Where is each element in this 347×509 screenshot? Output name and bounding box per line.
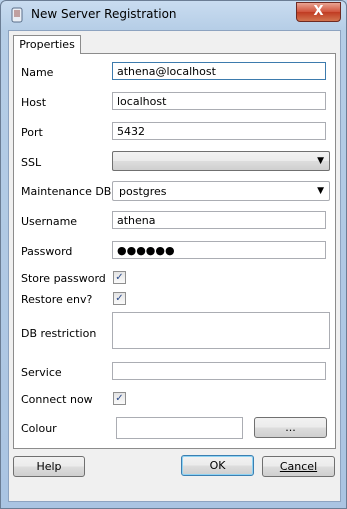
colour-picker-button[interactable]: ... (254, 417, 327, 438)
connect-now-label: Connect now (21, 393, 93, 406)
chevron-down-icon: ▼ (317, 186, 324, 196)
elephant-app-icon (11, 7, 23, 23)
service-label: Service (21, 366, 62, 379)
db-restriction-field[interactable] (112, 312, 330, 349)
chevron-down-icon: ▼ (317, 156, 324, 166)
restore-env-label: Restore env? (21, 293, 93, 306)
window-title: New Server Registration (31, 7, 177, 21)
maintenance-db-value: postgres (119, 185, 167, 198)
service-field[interactable] (112, 362, 326, 380)
title-bar[interactable]: New Server Registration X (1, 1, 346, 29)
host-label: Host (21, 96, 47, 109)
store-password-label: Store password (21, 272, 106, 285)
db-restriction-label: DB restriction (21, 327, 97, 340)
name-field[interactable]: athena@localhost (112, 62, 326, 80)
port-field[interactable]: 5432 (112, 122, 326, 140)
colour-label: Colour (21, 422, 57, 435)
ssl-label: SSL (21, 156, 42, 169)
help-button[interactable]: Help (13, 456, 85, 477)
colour-field[interactable] (116, 417, 243, 439)
ok-button[interactable]: OK (181, 455, 254, 476)
restore-env-checkbox[interactable]: ✓ (113, 292, 126, 305)
dialog-body: Properties Name athena@localhost Host lo… (8, 30, 341, 502)
store-password-checkbox[interactable]: ✓ (113, 271, 126, 284)
name-label: Name (21, 66, 54, 79)
password-label: Password (21, 245, 73, 258)
ssl-select[interactable]: ▼ (112, 151, 330, 171)
dialog-window: New Server Registration X Properties Nam… (0, 0, 347, 509)
port-label: Port (21, 126, 43, 139)
cancel-button[interactable]: Cancel (262, 456, 335, 477)
username-field[interactable]: athena (112, 211, 326, 229)
connect-now-checkbox[interactable]: ✓ (113, 392, 126, 405)
close-button[interactable]: X (296, 2, 341, 22)
maintenance-db-select[interactable]: postgres ▼ (112, 181, 330, 201)
password-field[interactable]: ●●●●●● (112, 241, 326, 259)
host-field[interactable]: localhost (112, 92, 326, 110)
tab-properties[interactable]: Properties (13, 35, 81, 54)
maintenance-db-label: Maintenance DB (21, 185, 112, 198)
username-label: Username (21, 215, 78, 228)
properties-panel: Name athena@localhost Host localhost Por… (13, 53, 336, 449)
